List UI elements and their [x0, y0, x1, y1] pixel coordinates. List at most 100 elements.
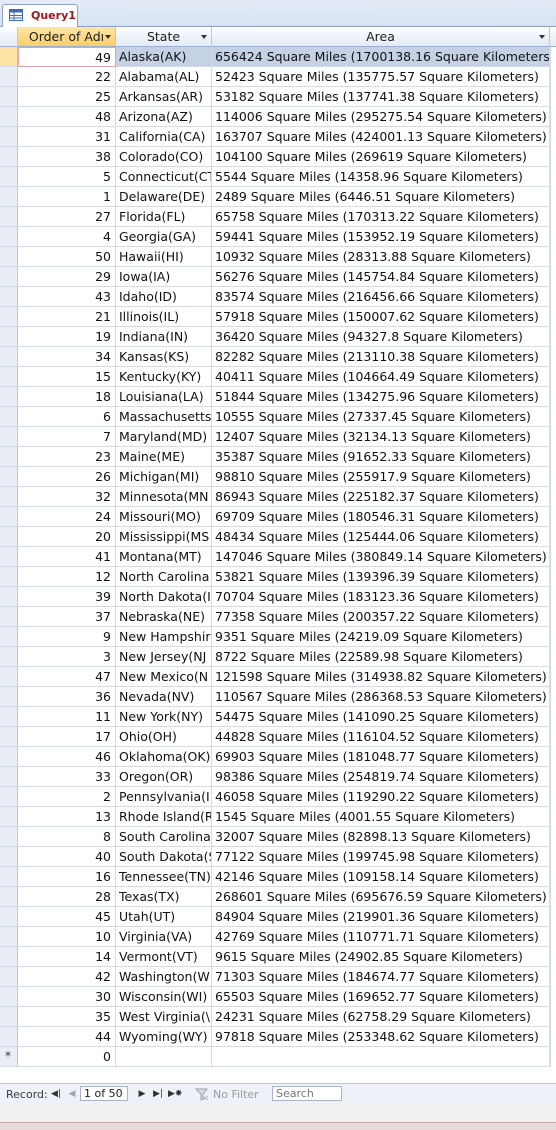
table-cell-order[interactable]: 46 — [18, 747, 116, 767]
table-cell-order[interactable]: 2 — [18, 787, 116, 807]
table-cell-state[interactable]: North Dakota(I — [116, 587, 212, 607]
table-cell-state[interactable]: Michigan(MI) — [116, 467, 212, 487]
current-record-field[interactable]: 1 of 50 — [80, 1086, 128, 1101]
table-cell-order[interactable]: 27 — [18, 207, 116, 227]
row-selector[interactable] — [0, 367, 18, 387]
new-record-icon[interactable]: ▶✸ — [168, 1087, 182, 1101]
row-selector[interactable] — [0, 867, 18, 887]
row-selector[interactable] — [0, 987, 18, 1007]
row-selector[interactable] — [0, 667, 18, 687]
table-cell-order[interactable]: 36 — [18, 687, 116, 707]
row-selector[interactable] — [0, 487, 18, 507]
table-cell-area[interactable]: 1545 Square Miles (4001.55 Square Kilome… — [212, 807, 550, 827]
table-cell-order[interactable]: 9 — [18, 627, 116, 647]
table-cell-state[interactable]: Oregon(OR) — [116, 767, 212, 787]
table-cell-area[interactable]: 268601 Square Miles (695676.59 Square Ki… — [212, 887, 550, 907]
new-record-selector[interactable]: * — [0, 1047, 18, 1067]
table-cell-state[interactable]: Maryland(MD) — [116, 427, 212, 447]
row-selector[interactable] — [0, 907, 18, 927]
table-cell-area[interactable]: 32007 Square Miles (82898.13 Square Kilo… — [212, 827, 550, 847]
row-selector[interactable] — [0, 647, 18, 667]
row-selector[interactable] — [0, 927, 18, 947]
table-cell-order[interactable]: 31 — [18, 127, 116, 147]
table-cell-area[interactable]: 44828 Square Miles (116104.52 Square Kil… — [212, 727, 550, 747]
table-cell-order[interactable]: 41 — [18, 547, 116, 567]
table-cell-area[interactable]: 163707 Square Miles (424001.13 Square Ki… — [212, 127, 550, 147]
row-selector[interactable] — [0, 607, 18, 627]
table-cell-order[interactable]: 35 — [18, 1007, 116, 1027]
search-input[interactable] — [272, 1086, 342, 1101]
table-cell-order[interactable]: 48 — [18, 107, 116, 127]
table-cell-area[interactable]: 69709 Square Miles (180546.31 Square Kil… — [212, 507, 550, 527]
table-cell-order[interactable]: 39 — [18, 587, 116, 607]
table-cell-state[interactable]: Nevada(NV) — [116, 687, 212, 707]
table-cell-state[interactable]: Pennsylvania(I — [116, 787, 212, 807]
row-selector[interactable] — [0, 327, 18, 347]
table-cell-order[interactable]: 44 — [18, 1027, 116, 1047]
dropdown-arrow-icon[interactable] — [105, 35, 111, 39]
table-cell-state[interactable]: Nebraska(NE) — [116, 607, 212, 627]
table-cell-area[interactable]: 98810 Square Miles (255917.9 Square Kilo… — [212, 467, 550, 487]
table-cell-state[interactable]: Indiana(IN) — [116, 327, 212, 347]
table-cell-area[interactable]: 84904 Square Miles (219901.36 Square Kil… — [212, 907, 550, 927]
table-cell-state[interactable]: Washington(W — [116, 967, 212, 987]
table-cell-area[interactable]: 110567 Square Miles (286368.53 Square Ki… — [212, 687, 550, 707]
table-cell-area[interactable]: 2489 Square Miles (6446.51 Square Kilome… — [212, 187, 550, 207]
table-cell-state[interactable]: Vermont(VT) — [116, 947, 212, 967]
table-cell-area[interactable]: 36420 Square Miles (94327.8 Square Kilom… — [212, 327, 550, 347]
table-cell-order[interactable]: 6 — [18, 407, 116, 427]
row-selector[interactable] — [0, 847, 18, 867]
table-cell-state[interactable]: Illinois(IL) — [116, 307, 212, 327]
table-cell-area[interactable]: 65503 Square Miles (169652.77 Square Kil… — [212, 987, 550, 1007]
table-cell-order[interactable]: 10 — [18, 927, 116, 947]
first-record-icon[interactable]: ◀| — [50, 1087, 62, 1101]
table-cell-area[interactable]: 114006 Square Miles (295275.54 Square Ki… — [212, 107, 550, 127]
table-cell-state[interactable]: Massachusetts — [116, 407, 212, 427]
table-cell-order[interactable]: 11 — [18, 707, 116, 727]
column-header-area[interactable]: Area — [212, 27, 550, 47]
table-cell-order[interactable]: 32 — [18, 487, 116, 507]
table-cell-area[interactable]: 52423 Square Miles (135775.57 Square Kil… — [212, 67, 550, 87]
table-cell-order[interactable]: 0 — [18, 1047, 116, 1067]
table-cell-order[interactable]: 16 — [18, 867, 116, 887]
table-cell-order[interactable]: 8 — [18, 827, 116, 847]
table-cell-order[interactable]: 28 — [18, 887, 116, 907]
table-cell-order[interactable]: 38 — [18, 147, 116, 167]
table-cell-state[interactable]: Minnesota(MN — [116, 487, 212, 507]
row-selector[interactable] — [0, 87, 18, 107]
table-cell-order[interactable]: 40 — [18, 847, 116, 867]
no-filter-button[interactable]: No Filter — [213, 1088, 259, 1101]
table-cell-order[interactable]: 34 — [18, 347, 116, 367]
table-cell-area[interactable]: 35387 Square Miles (91652.33 Square Kilo… — [212, 447, 550, 467]
table-cell-order[interactable]: 45 — [18, 907, 116, 927]
table-cell-order[interactable]: 43 — [18, 287, 116, 307]
table-cell-area[interactable]: 46058 Square Miles (119290.22 Square Kil… — [212, 787, 550, 807]
table-cell-order[interactable]: 18 — [18, 387, 116, 407]
table-cell-area[interactable]: 59441 Square Miles (153952.19 Square Kil… — [212, 227, 550, 247]
table-cell-order[interactable]: 7 — [18, 427, 116, 447]
table-cell-area[interactable]: 8722 Square Miles (22589.98 Square Kilom… — [212, 647, 550, 667]
table-cell-area[interactable]: 5544 Square Miles (14358.96 Square Kilom… — [212, 167, 550, 187]
column-header-state[interactable]: State — [116, 27, 212, 47]
table-cell-state[interactable]: New Hampshir — [116, 627, 212, 647]
table-cell-state[interactable]: Connecticut(CT — [116, 167, 212, 187]
table-cell-order[interactable]: 49 — [18, 47, 116, 67]
row-selector[interactable] — [0, 507, 18, 527]
table-cell-state[interactable]: Delaware(DE) — [116, 187, 212, 207]
table-cell-state[interactable]: Missouri(MO) — [116, 507, 212, 527]
table-cell-state[interactable]: Montana(MT) — [116, 547, 212, 567]
table-cell-area[interactable]: 42769 Square Miles (110771.71 Square Kil… — [212, 927, 550, 947]
table-cell-area[interactable]: 48434 Square Miles (125444.06 Square Kil… — [212, 527, 550, 547]
table-cell-order[interactable]: 30 — [18, 987, 116, 1007]
table-cell-state[interactable]: South Dakota(S — [116, 847, 212, 867]
row-selector[interactable] — [0, 147, 18, 167]
table-cell-area[interactable]: 42146 Square Miles (109158.14 Square Kil… — [212, 867, 550, 887]
table-cell-order[interactable]: 23 — [18, 447, 116, 467]
table-cell-order[interactable]: 26 — [18, 467, 116, 487]
table-cell-order[interactable]: 17 — [18, 727, 116, 747]
table-cell-area[interactable]: 77122 Square Miles (199745.98 Square Kil… — [212, 847, 550, 867]
row-selector[interactable] — [0, 527, 18, 547]
table-cell-area[interactable]: 53821 Square Miles (139396.39 Square Kil… — [212, 567, 550, 587]
row-selector[interactable] — [0, 347, 18, 367]
row-selector[interactable] — [0, 1007, 18, 1027]
